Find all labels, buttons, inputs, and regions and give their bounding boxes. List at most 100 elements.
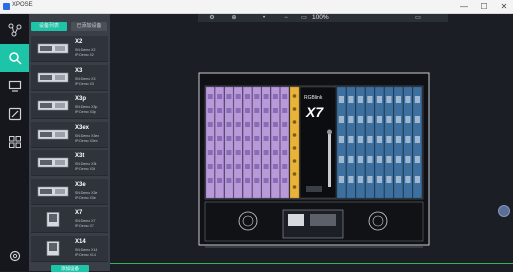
card-port	[217, 164, 223, 169]
card-port	[386, 156, 392, 163]
edit-icon	[8, 107, 21, 121]
card-port	[217, 108, 223, 113]
card-port	[395, 96, 401, 103]
card-port	[207, 94, 213, 99]
card-port	[263, 108, 269, 113]
close-button[interactable]: ✕	[496, 0, 512, 14]
rail-topology-button[interactable]	[0, 16, 29, 44]
device-name: X3t	[75, 153, 85, 159]
card-port	[357, 116, 363, 123]
card-port	[357, 176, 363, 183]
rail-grid-button[interactable]	[0, 128, 29, 156]
device-thumbnail-icon	[37, 186, 69, 196]
card-port	[245, 150, 250, 155]
device-detail: IP:Demo X14	[75, 252, 96, 257]
card-port	[263, 178, 269, 183]
device-name: X3	[75, 67, 83, 74]
device-panel: 设备列表 已添加设备 X2 SN:Demo X2 IP:Demo X2 X3 SN:De…	[29, 14, 110, 272]
card-port	[348, 156, 354, 163]
device-detail: SN:Demo X3t	[75, 162, 97, 166]
icon-rail	[0, 14, 29, 271]
chassis-canvas[interactable]: ⚙ ⊕ • − ▭ 100% ▭ RGBlink X7	[110, 14, 513, 271]
card-port	[226, 150, 232, 155]
card-port	[348, 96, 354, 103]
card-port	[414, 136, 420, 143]
card-port	[207, 122, 213, 127]
card-port	[405, 116, 411, 123]
control-port	[292, 107, 297, 111]
device-thumbnail-icon	[46, 212, 60, 227]
card-port	[414, 176, 420, 183]
device-thumbnail-icon	[37, 72, 69, 82]
device-name: X7	[75, 210, 83, 216]
card-port	[348, 136, 354, 143]
tab-added-devices[interactable]: 已添加设备	[71, 22, 107, 31]
card-port	[272, 94, 278, 99]
device-list-item[interactable]: X7 SN:Demo X7 IP:Demo X7	[31, 207, 108, 233]
maximize-button[interactable]: ☐	[476, 0, 492, 14]
device-list-item[interactable]: X3ex SN:Demo X3ex IP:Demo X3ex	[31, 121, 108, 148]
device-list-item[interactable]: X3t SN:Demo X3t IP:Demo X3t	[31, 150, 108, 176]
card-port	[386, 176, 392, 183]
device-name: X3e	[75, 181, 86, 188]
rail-search-button[interactable]	[0, 44, 29, 72]
device-list-item[interactable]: X14 SN:Demo X14 IP:Demo X14	[31, 235, 108, 262]
device-detail: IP:Demo X2	[75, 53, 94, 57]
app-title: XPOSE	[12, 2, 33, 8]
device-detail: IP:Demo X3e	[75, 195, 96, 200]
card-port	[282, 108, 288, 113]
card-port	[395, 156, 401, 163]
rail-settings-button[interactable]	[0, 242, 29, 270]
control-port	[292, 120, 297, 124]
card-port	[405, 176, 411, 183]
card-port	[235, 122, 241, 127]
device-thumbnail-icon	[46, 240, 60, 256]
control-port	[292, 159, 297, 163]
rail-monitor-button[interactable]	[0, 72, 29, 100]
card-port	[405, 136, 411, 143]
device-detail: IP:Demo X7	[75, 224, 94, 228]
device-detail: IP:Demo X3ex	[75, 138, 98, 143]
floating-action-button[interactable]	[498, 205, 510, 217]
tab-device-list[interactable]: 设备列表	[31, 22, 67, 31]
card-port	[217, 122, 223, 127]
card-port	[338, 96, 344, 103]
chassis-drawing: RGBlink X7	[198, 72, 430, 248]
device-list-item[interactable]: X3p SN:Demo X3p IP:Demo X3p	[31, 93, 108, 119]
control-port	[292, 133, 297, 137]
card-port	[272, 164, 278, 169]
minimize-button[interactable]: —	[456, 0, 472, 14]
card-port	[282, 94, 288, 99]
card-port	[263, 94, 269, 99]
card-port	[282, 164, 288, 169]
device-list-item[interactable]: X3 SN:Demo X3 IP:Demo X3	[31, 64, 108, 91]
card-port	[235, 178, 241, 183]
card-port	[217, 94, 223, 99]
device-list-item[interactable]: X3e SN:Demo X3e IP:Demo X3e	[31, 178, 108, 205]
chassis-brand: RGBlink	[304, 95, 323, 101]
device-detail: SN:Demo X3p	[75, 105, 98, 109]
card-port	[386, 136, 392, 143]
device-name: X3p	[75, 96, 87, 102]
card-port	[254, 150, 260, 155]
card-port	[254, 94, 260, 99]
card-port	[348, 176, 354, 183]
card-port	[217, 136, 223, 141]
control-port	[292, 146, 297, 150]
card-port	[207, 150, 213, 155]
card-port	[263, 164, 269, 169]
device-detail: SN:Demo X14	[75, 247, 98, 252]
card-port	[254, 164, 260, 169]
rail-edit-button[interactable]	[0, 100, 29, 128]
card-port	[207, 178, 213, 183]
device-list-item[interactable]: X2 SN:Demo X2 IP:Demo X2	[31, 36, 108, 62]
search-icon	[8, 52, 22, 65]
device-name: X2	[75, 39, 83, 45]
antenna-knob	[327, 129, 332, 135]
card-port	[226, 108, 232, 113]
card-port	[348, 116, 354, 123]
card-port	[235, 164, 241, 169]
card-port	[376, 176, 382, 183]
control-port	[292, 94, 297, 98]
card-port	[245, 108, 250, 113]
